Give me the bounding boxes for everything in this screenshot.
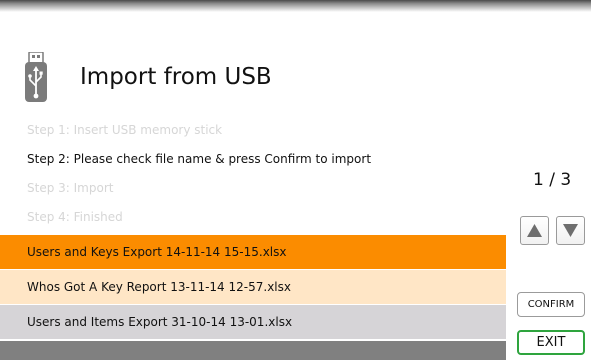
file-row[interactable]: Users and Items Export 31-10-14 13-01.xl… [0,305,506,339]
step-1-label: Step 1: Insert USB memory stick [27,123,223,137]
scroll-up-button[interactable] [520,216,549,245]
arrow-down-icon [563,224,578,237]
scroll-down-button[interactable] [556,216,585,245]
step-3-label: Step 3: Import [27,181,114,195]
file-row-empty [0,341,506,360]
step-4-label: Step 4: Finished [27,210,123,224]
file-row-selected[interactable]: Users and Keys Export 14-11-14 15-15.xls… [0,235,506,269]
arrow-up-icon [527,224,542,237]
step-2-label: Step 2: Please check file name & press C… [27,152,372,166]
usb-stick-icon [24,51,48,104]
page-title: Import from USB [80,64,272,90]
confirm-button[interactable]: CONFIRM [517,292,585,317]
window-top-shadow [0,0,591,12]
import-window: Import from USB Step 1: Insert USB memor… [0,0,591,360]
page-indicator: 1 / 3 [533,170,572,190]
exit-button[interactable]: EXIT [517,330,585,355]
file-row[interactable]: Whos Got A Key Report 13-11-14 12-57.xls… [0,270,506,304]
